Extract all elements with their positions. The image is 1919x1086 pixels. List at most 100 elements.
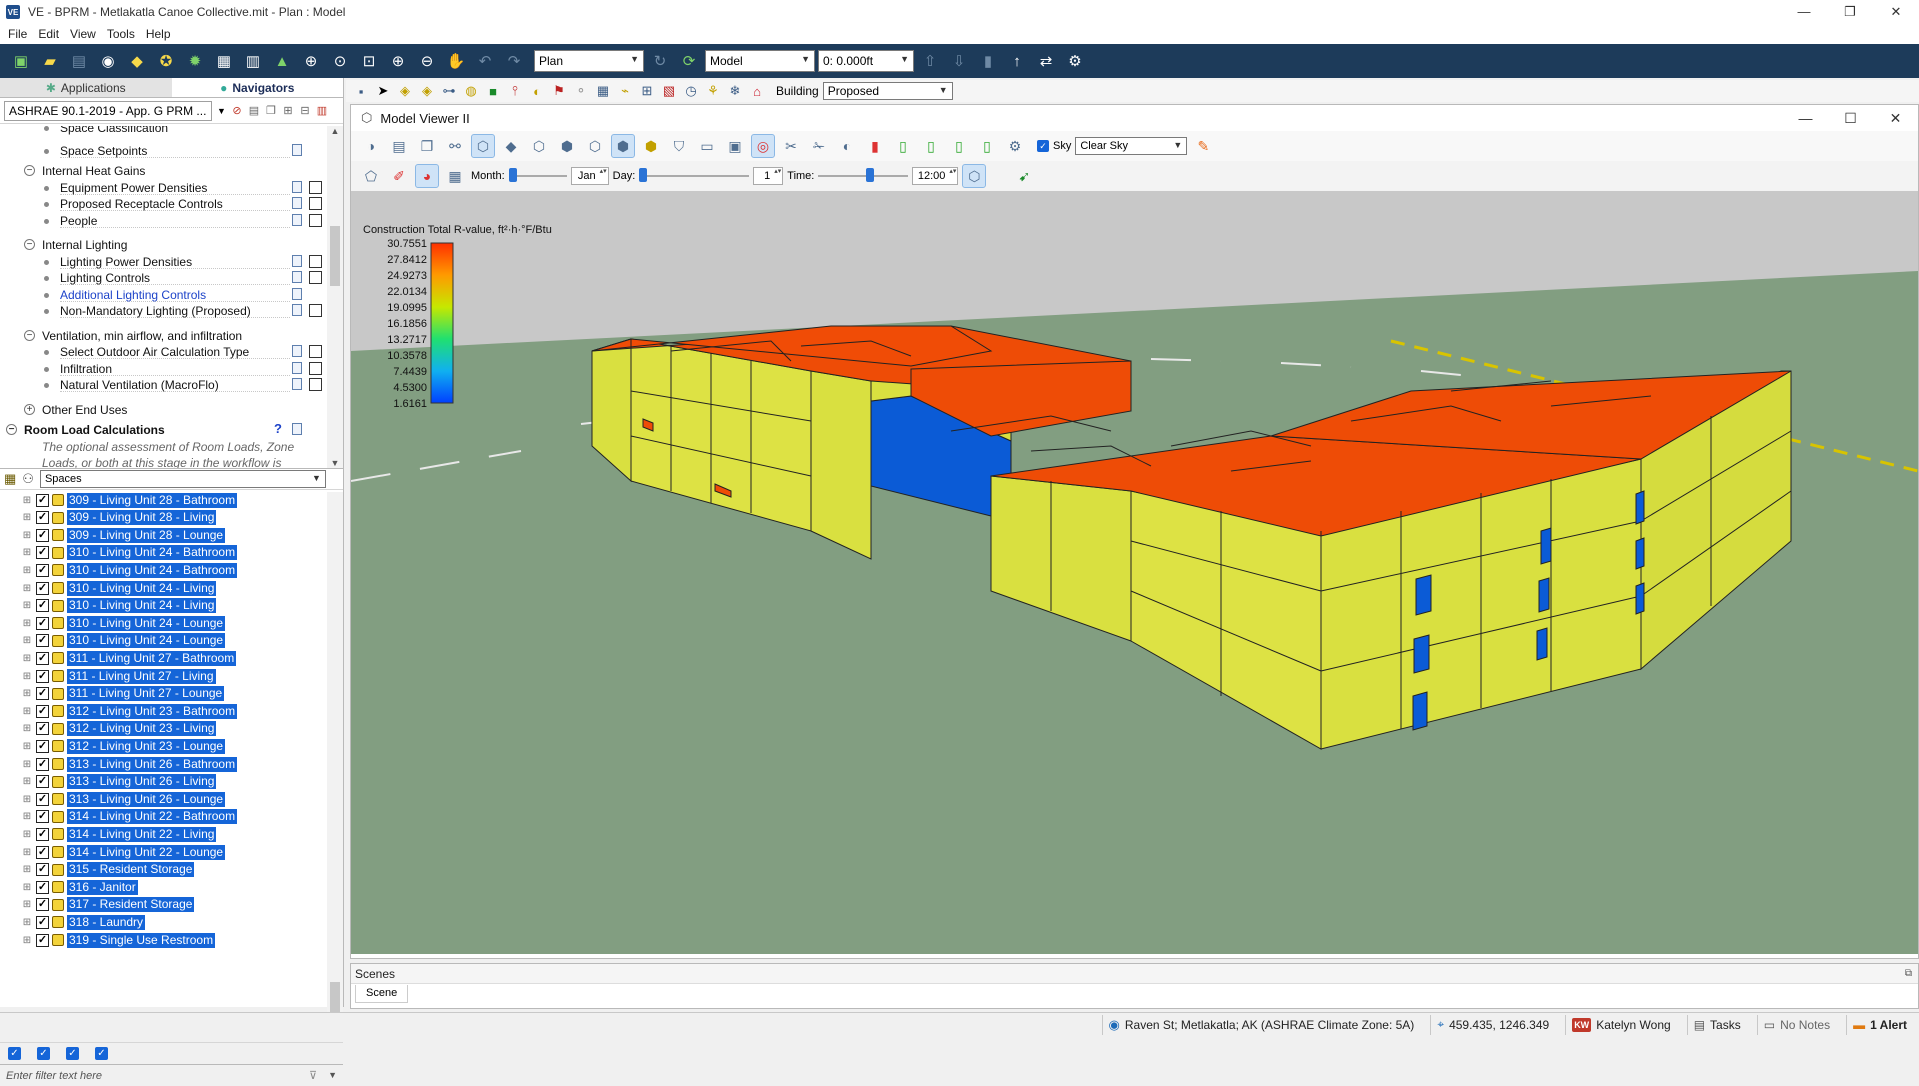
orbit-icon[interactable]: ◎: [751, 134, 775, 158]
pan-icon[interactable]: ✋: [443, 48, 469, 74]
group-icon[interactable]: ⚇: [22, 471, 34, 487]
space-row[interactable]: ⊞ ✓ 318 - Laundry: [0, 914, 146, 930]
workflow-row[interactable]: Lighting Controls: [0, 270, 330, 286]
space-checkbox[interactable]: ✓: [36, 493, 49, 507]
expand-icon[interactable]: ⊞: [22, 794, 32, 805]
space-checkbox[interactable]: ✓: [36, 651, 49, 665]
close-button[interactable]: ✕: [1873, 0, 1919, 24]
folder-icon[interactable]: ▭: [695, 134, 719, 158]
minimize-button[interactable]: —: [1781, 0, 1827, 24]
expand-icon[interactable]: ⊞: [22, 635, 32, 646]
space-checkbox[interactable]: ✓: [36, 863, 49, 877]
copy-view-icon[interactable]: ❐: [415, 134, 439, 158]
component-icon[interactable]: ◆: [124, 48, 150, 74]
workflow-row[interactable]: + Other End Uses: [0, 402, 330, 418]
layer-d-icon[interactable]: ▯: [975, 134, 999, 158]
level-down-icon[interactable]: ⇩: [946, 48, 972, 74]
workflow-select[interactable]: ASHRAE 90.1-2019 - App. G PRM ...: [4, 100, 212, 121]
expand-icon[interactable]: ⊞: [22, 530, 32, 541]
link-icon[interactable]: ⚯: [443, 134, 467, 158]
workflow-dropdown-icon[interactable]: ▼: [217, 106, 226, 116]
workflow-checkbox[interactable]: [309, 271, 322, 284]
space-row[interactable]: ⊞ ✓ 310 - Living Unit 24 - Lounge: [0, 615, 226, 631]
workflow-row[interactable]: Infiltration: [0, 361, 330, 377]
space-row[interactable]: ⊞ ✓ 314 - Living Unit 22 - Bathroom: [0, 809, 238, 825]
workflow-row[interactable]: Lighting Power Densities: [0, 254, 330, 270]
time-spin[interactable]: 12:00: [912, 167, 959, 185]
building-icon[interactable]: ▲: [269, 48, 295, 74]
space-checkbox[interactable]: ✓: [36, 687, 49, 701]
space-row[interactable]: ⊞ ✓ 313 - Living Unit 26 - Living: [0, 774, 217, 790]
tool-icon-5[interactable]: ⊶: [440, 82, 458, 100]
workflow-checkbox[interactable]: [309, 180, 322, 194]
workflow-row[interactable]: Select Outdoor Air Calculation Type: [0, 344, 330, 360]
sky-select[interactable]: Clear Sky ▼: [1075, 137, 1188, 155]
space-checkbox[interactable]: ✓: [36, 599, 49, 613]
open-folder-icon[interactable]: ▰: [37, 48, 63, 74]
space-checkbox[interactable]: ✓: [36, 546, 49, 560]
layer-a-icon[interactable]: ▯: [891, 134, 915, 158]
filter-dropdown-icon[interactable]: ▼: [328, 1070, 337, 1080]
space-checkbox[interactable]: ✓: [36, 669, 49, 683]
red-marker-icon[interactable]: ▮: [863, 134, 887, 158]
help-icon[interactable]: ?: [274, 421, 282, 436]
ground-icon[interactable]: ◆: [499, 134, 523, 158]
camera-icon[interactable]: ◐: [835, 134, 859, 158]
workflow-row[interactable]: Proposed Receptacle Controls: [0, 196, 330, 212]
space-row[interactable]: ⊞ ✓ 312 - Living Unit 23 - Living: [0, 721, 217, 737]
space-row[interactable]: ⊞ ✓ 310 - Living Unit 24 - Bathroom: [0, 545, 238, 561]
group-tool-icon[interactable]: ◈: [418, 82, 436, 100]
3d-viewport[interactable]: Construction Total R-value, ft²·h·°F/Btu…: [351, 191, 1918, 954]
mv-close-button[interactable]: ✕: [1873, 105, 1918, 131]
space-row[interactable]: ⊞ ✓ 316 - Janitor: [0, 879, 138, 895]
notes-status[interactable]: ▭ No Notes: [1756, 1014, 1836, 1035]
expand-icon[interactable]: ⊞: [22, 759, 32, 770]
solid-view-icon[interactable]: ⬡: [471, 134, 495, 158]
scroll-up-icon[interactable]: ▲: [327, 126, 343, 136]
document-icon[interactable]: [292, 213, 302, 226]
expand-icon[interactable]: ⊞: [22, 671, 32, 682]
document-icon[interactable]: [292, 143, 302, 156]
workflow-row[interactable]: People: [0, 213, 330, 229]
menu-view[interactable]: View: [70, 27, 96, 41]
surface-icon[interactable]: ▤: [387, 134, 411, 158]
day-slider-knob[interactable]: [639, 168, 648, 182]
animate-icon[interactable]: ➹: [1012, 164, 1036, 188]
level-up-icon[interactable]: ⇧: [917, 48, 943, 74]
expand-icon[interactable]: ⊞: [22, 811, 32, 822]
space-row[interactable]: ⊞ ✓ 315 - Resident Storage: [0, 862, 195, 878]
clock-icon[interactable]: ◷: [682, 82, 700, 100]
document-icon[interactable]: [292, 180, 302, 193]
tab-navigators[interactable]: ● Navigators: [171, 78, 343, 97]
layer-c-icon[interactable]: ▯: [947, 134, 971, 158]
zoom-icon[interactable]: ⊙: [327, 48, 353, 74]
space-row[interactable]: ⊞ ✓ 309 - Living Unit 28 - Living: [0, 510, 217, 526]
level-select[interactable]: 0: 0.000ft ▼: [818, 50, 914, 72]
workflow-checkbox[interactable]: [309, 254, 322, 268]
space-checkbox[interactable]: ✓: [36, 634, 49, 648]
space-row[interactable]: ⊞ ✓ 310 - Living Unit 24 - Lounge: [0, 633, 226, 649]
mv-minimize-button[interactable]: —: [1783, 105, 1828, 131]
wireframe-icon[interactable]: ⬡: [527, 134, 551, 158]
space-checkbox[interactable]: ✓: [36, 827, 49, 841]
palette-icon[interactable]: ◕: [415, 164, 439, 188]
tool-icon-12[interactable]: ▦: [594, 82, 612, 100]
model-select[interactable]: Model ▼: [705, 50, 815, 72]
space-row[interactable]: ⊞ ✓ 309 - Living Unit 28 - Bathroom: [0, 492, 238, 508]
space-checkbox[interactable]: ✓: [36, 915, 49, 929]
space-row[interactable]: ⊞ ✓ 313 - Living Unit 26 - Bathroom: [0, 756, 238, 772]
redo-view-icon[interactable]: ↷: [501, 48, 527, 74]
menu-file[interactable]: File: [8, 27, 27, 41]
space-row[interactable]: ⊞ ✓ 312 - Living Unit 23 - Bathroom: [0, 703, 238, 719]
workflow-row[interactable]: Space Setpoints: [0, 143, 330, 159]
refresh-icon[interactable]: ⟳: [676, 48, 702, 74]
tool-icon-18[interactable]: ❄: [726, 82, 744, 100]
mv-maximize-button[interactable]: ☐: [1828, 105, 1873, 131]
tool-icon-6[interactable]: ◍: [462, 82, 480, 100]
space-checkbox[interactable]: ✓: [36, 616, 49, 630]
tool-icon-14[interactable]: ⊞: [638, 82, 656, 100]
window-icon[interactable]: ▣: [723, 134, 747, 158]
expand-icon[interactable]: ⊞: [22, 600, 32, 611]
sky-checkbox[interactable]: ✓: [1037, 140, 1049, 152]
expand-icon[interactable]: ⊞: [22, 706, 32, 717]
